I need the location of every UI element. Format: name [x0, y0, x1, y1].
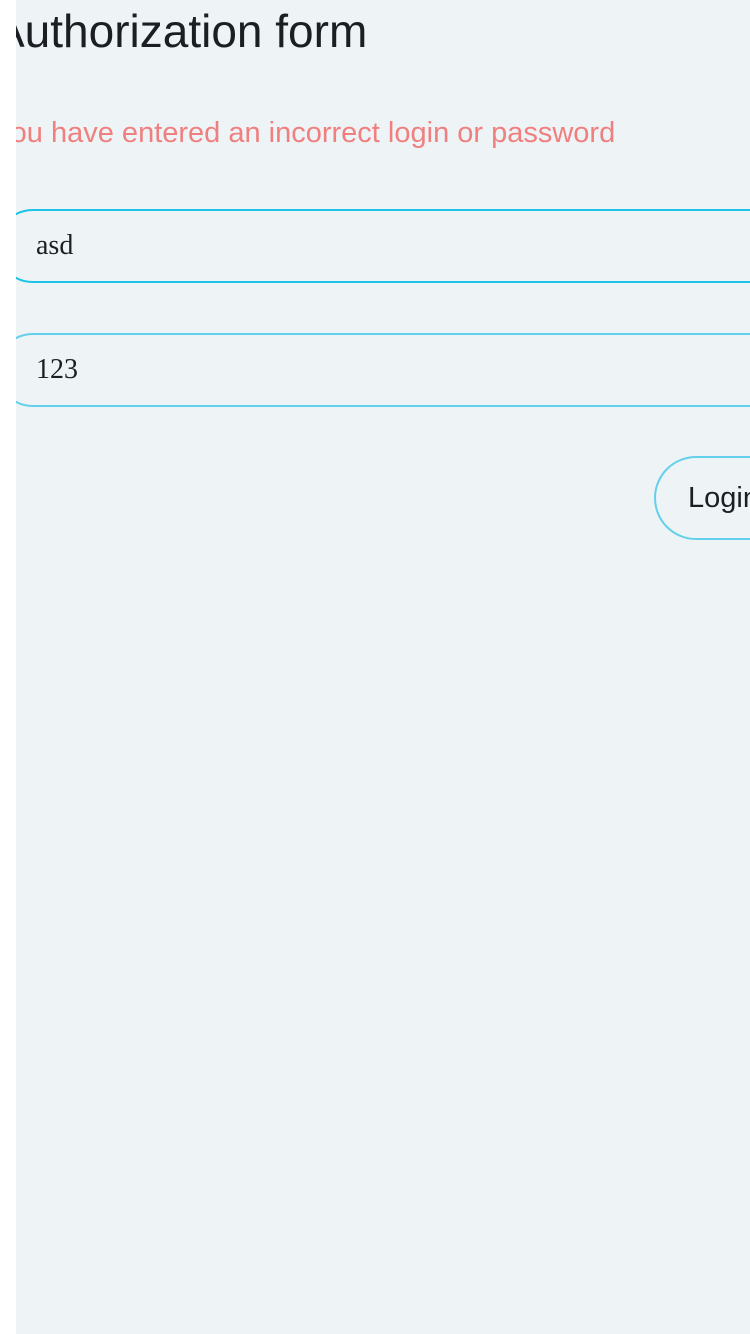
viewport: Authorization form You have entered an i… [0, 0, 750, 1334]
login-button[interactable]: Login [654, 456, 750, 540]
error-message: You have entered an incorrect login or p… [16, 117, 616, 149]
login-input[interactable] [16, 209, 750, 283]
password-input[interactable] [16, 333, 750, 407]
page-title: Authorization form [16, 5, 368, 57]
authorization-page: Authorization form You have entered an i… [16, 0, 750, 1334]
